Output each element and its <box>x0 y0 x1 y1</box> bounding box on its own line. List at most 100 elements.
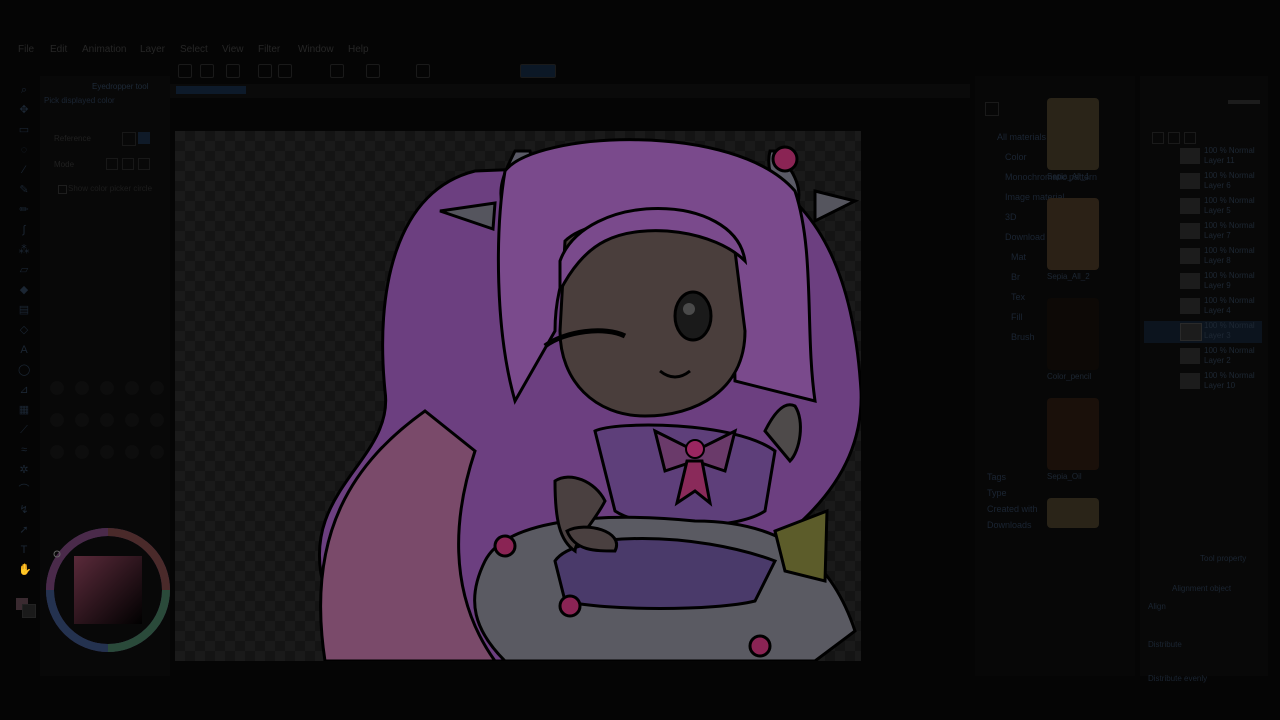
menu-file[interactable]: File <box>18 44 34 55</box>
pencil-icon[interactable]: ✏ <box>18 204 30 216</box>
mode-option-2[interactable] <box>122 158 134 170</box>
menu-layer[interactable]: Layer <box>140 44 165 55</box>
correct-line-icon[interactable]: ⟋ <box>18 424 30 436</box>
snap-icon[interactable] <box>520 64 556 78</box>
fill-bucket-icon[interactable]: ◆ <box>18 284 30 296</box>
menu-animation[interactable]: Animation <box>82 44 126 55</box>
layer-row[interactable]: 100 % Normal Layer 5 <box>1144 196 1262 218</box>
layer-name: Layer 6 <box>1204 181 1231 190</box>
layer-row[interactable]: 100 % Normal Layer 7 <box>1144 221 1262 243</box>
decoration-icon[interactable]: ✲ <box>18 464 30 476</box>
frame-icon[interactable]: ▦ <box>18 404 30 416</box>
color-set-swatch[interactable] <box>75 413 89 427</box>
move-icon[interactable]: ✥ <box>18 104 30 116</box>
active-document-tab[interactable] <box>176 86 246 94</box>
clear-icon[interactable] <box>330 64 344 78</box>
color-set-swatch[interactable] <box>150 445 164 459</box>
reference-all-icon[interactable] <box>138 132 150 144</box>
material-tree-item[interactable]: Br <box>1011 272 1020 282</box>
material-thumbnail[interactable] <box>1047 398 1099 470</box>
menu-window[interactable]: Window <box>298 44 334 55</box>
material-home-icon[interactable] <box>985 102 999 116</box>
color-set-swatch[interactable] <box>125 381 139 395</box>
open-icon[interactable] <box>200 64 214 78</box>
material-thumbnail[interactable] <box>1047 98 1099 170</box>
layer-blend: 100 % Normal <box>1204 321 1255 330</box>
figure-icon[interactable]: ⌒ <box>18 484 30 496</box>
material-thumbnail[interactable] <box>1047 298 1099 370</box>
mode-option-3[interactable] <box>138 158 150 170</box>
gradient-icon[interactable]: ▤ <box>18 304 30 316</box>
color-set-swatch[interactable] <box>100 413 114 427</box>
layer-row[interactable]: 100 % Normal Layer 6 <box>1144 171 1262 193</box>
sub-color-swatch[interactable] <box>22 604 36 618</box>
lasso-icon[interactable]: ◌ <box>18 144 30 156</box>
material-tree-item[interactable]: Tex <box>1011 292 1025 302</box>
shape-icon[interactable]: ◇ <box>18 324 30 336</box>
menu-view[interactable]: View <box>222 44 244 55</box>
color-set-swatch[interactable] <box>150 413 164 427</box>
blend-icon[interactable]: ≈ <box>18 444 30 456</box>
opacity-slider[interactable] <box>1228 100 1260 104</box>
mode-option-1[interactable] <box>106 158 118 170</box>
material-tree-item[interactable]: Fill <box>1011 312 1023 322</box>
menu-filter[interactable]: Filter <box>258 44 280 55</box>
color-set-swatch[interactable] <box>50 381 64 395</box>
hand-icon[interactable]: ✋ <box>18 564 32 576</box>
brush-icon[interactable]: ∫ <box>18 224 30 236</box>
new-layer-icon[interactable] <box>1152 132 1164 144</box>
layer-row[interactable]: 100 % Normal Layer 8 <box>1144 246 1262 268</box>
reference-layer-icon[interactable] <box>122 132 136 146</box>
transform-icon[interactable] <box>416 64 430 78</box>
color-set-swatch[interactable] <box>100 381 114 395</box>
vector-icon[interactable]: ↯ <box>18 504 30 516</box>
color-set-swatch[interactable] <box>50 413 64 427</box>
layer-row[interactable]: 100 % Normal Layer 4 <box>1144 296 1262 318</box>
selection-icon[interactable]: ▭ <box>18 124 30 136</box>
eraser-icon[interactable]: ▱ <box>18 264 30 276</box>
delete-layer-icon[interactable] <box>1184 132 1196 144</box>
color-set-swatch[interactable] <box>75 445 89 459</box>
material-tree-item[interactable]: All materials <box>997 132 1046 142</box>
save-icon[interactable] <box>226 64 240 78</box>
layer-row[interactable]: 100 % Normal Layer 10 <box>1144 371 1262 393</box>
material-tree-item[interactable]: Download <box>1005 232 1045 242</box>
material-thumbnail[interactable] <box>1047 498 1099 528</box>
balloon-icon[interactable]: ◯ <box>18 364 30 376</box>
menu-help[interactable]: Help <box>348 44 369 55</box>
undo-icon[interactable] <box>258 64 272 78</box>
pen-icon[interactable]: ✎ <box>18 184 30 196</box>
color-set-swatch[interactable] <box>50 445 64 459</box>
zoom-icon[interactable]: ⌕ <box>18 84 30 96</box>
fill-icon[interactable] <box>366 64 380 78</box>
menu-edit[interactable]: Edit <box>50 44 67 55</box>
color-wheel[interactable] <box>42 524 174 656</box>
ruler-icon[interactable]: ⊿ <box>18 384 30 396</box>
eyedropper-icon[interactable]: ⁄ <box>18 164 30 176</box>
color-set-swatch[interactable] <box>125 413 139 427</box>
new-folder-icon[interactable] <box>1168 132 1180 144</box>
color-set-swatch[interactable] <box>75 381 89 395</box>
layer-row[interactable]: 100 % Normal Layer 11 <box>1144 146 1262 168</box>
material-tree-item[interactable]: Mat <box>1011 252 1026 262</box>
redo-icon[interactable] <box>278 64 292 78</box>
layer-row[interactable]: 100 % Normal Layer 2 <box>1144 346 1262 368</box>
layer-row-selected[interactable]: 100 % Normal Layer 3 <box>1144 321 1262 343</box>
layer-row[interactable]: 100 % Normal Layer 9 <box>1144 271 1262 293</box>
layer-blend: 100 % Normal <box>1204 221 1255 230</box>
text-tool-icon[interactable]: T <box>18 544 30 556</box>
color-set-swatch[interactable] <box>100 445 114 459</box>
color-set-swatch[interactable] <box>150 381 164 395</box>
operation-icon[interactable]: ➚ <box>18 524 30 536</box>
menu-select[interactable]: Select <box>180 44 208 55</box>
text-icon[interactable]: A <box>18 344 30 356</box>
airbrush-icon[interactable]: ⁂ <box>18 244 30 256</box>
picker-circle-checkbox[interactable] <box>58 185 67 194</box>
new-file-icon[interactable] <box>178 64 192 78</box>
material-tree-item[interactable]: 3D <box>1005 212 1017 222</box>
material-tree-item[interactable]: Color <box>1005 152 1027 162</box>
material-thumbnail[interactable] <box>1047 198 1099 270</box>
color-set-swatch[interactable] <box>125 445 139 459</box>
material-tree-item[interactable]: Brush <box>1011 332 1035 342</box>
drawing-canvas[interactable] <box>175 131 861 661</box>
